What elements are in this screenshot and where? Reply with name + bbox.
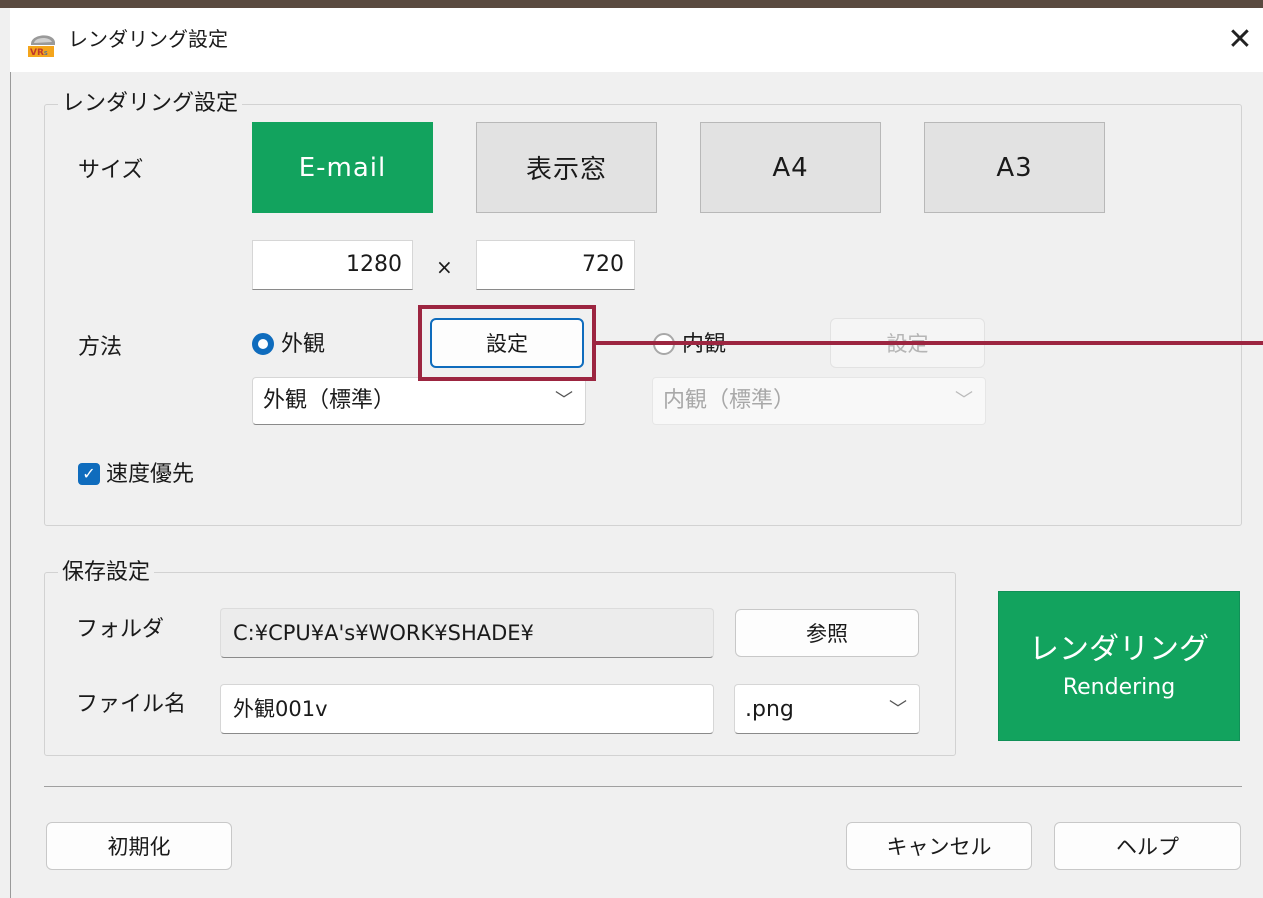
browse-button[interactable]: 参照 [735, 609, 919, 657]
annotation-highlight-box [418, 305, 596, 381]
exterior-radio-label[interactable]: 外観 [281, 330, 325, 360]
size-a3-button[interactable]: A3 [924, 122, 1105, 213]
extension-value: .png [745, 697, 794, 722]
render-button[interactable]: レンダリング Rendering [998, 591, 1240, 741]
svg-text:VR: VR [30, 48, 44, 58]
exterior-preset-dropdown[interactable]: 外観（標準） ﹀ [252, 377, 586, 425]
size-a4-button[interactable]: A4 [700, 122, 881, 213]
size-email-button[interactable]: E-mail [252, 122, 433, 213]
annotation-callout-line [596, 341, 1263, 345]
save-settings-legend: 保存設定 [58, 558, 155, 588]
folder-path-field[interactable]: C:¥CPU¥A's¥WORK¥SHADE¥ [220, 608, 714, 658]
extension-dropdown[interactable]: .png ﹀ [734, 684, 920, 734]
help-button[interactable]: ヘルプ [1054, 822, 1241, 870]
background-strip [0, 0, 1263, 8]
size-viewport-button[interactable]: 表示窓 [476, 122, 657, 213]
reset-button[interactable]: 初期化 [46, 822, 232, 870]
exterior-radio[interactable] [252, 333, 274, 355]
exterior-preset-value: 外観（標準） [263, 388, 396, 413]
width-input[interactable]: 1280 [252, 240, 413, 290]
filename-input[interactable]: 外観001v [220, 684, 714, 734]
folder-label: フォルダ [76, 617, 165, 642]
interior-preset-dropdown[interactable]: 内観（標準） ﹀ [652, 377, 986, 425]
chevron-down-icon: ﹀ [889, 699, 907, 720]
render-button-sublabel: Rendering [1062, 675, 1176, 700]
footer-separator [44, 786, 1242, 787]
speed-priority-checkbox[interactable]: ✓ [78, 463, 100, 485]
vr-app-icon: VR s [27, 28, 61, 58]
speed-priority-label[interactable]: 速度優先 [106, 460, 194, 490]
svg-text:s: s [44, 49, 48, 57]
interior-preset-value: 内観（標準） [663, 388, 796, 413]
close-icon[interactable]: ✕ [1218, 18, 1262, 62]
render-button-label: レンダリング [1029, 632, 1209, 667]
height-input[interactable]: 720 [476, 240, 635, 290]
size-label: サイズ [78, 158, 144, 183]
interior-radio-label[interactable]: 内観 [682, 330, 726, 360]
window-title: レンダリング設定 [68, 27, 228, 51]
chevron-down-icon: ﹀ [555, 390, 573, 411]
cancel-button[interactable]: キャンセル [846, 822, 1032, 870]
method-label: 方法 [78, 335, 123, 360]
chevron-down-icon: ﹀ [955, 390, 973, 411]
filename-label: ファイル名 [76, 692, 187, 717]
times-symbol: × [436, 255, 453, 279]
render-settings-legend: レンダリング設定 [58, 89, 243, 119]
